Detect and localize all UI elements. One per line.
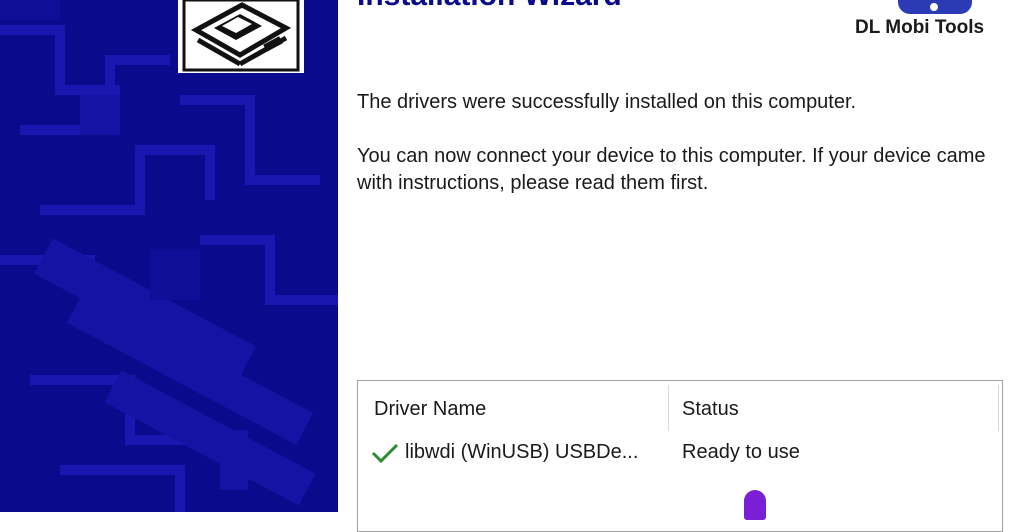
wizard-side-panel xyxy=(0,0,338,512)
brand-name: DL Mobi Tools xyxy=(855,17,985,38)
brand-logo-dot xyxy=(930,3,938,11)
wizard-title: Installation Wizard xyxy=(357,0,622,14)
driver-status-table[interactable]: Driver Name Status libwdi (WinUSB) USBDe… xyxy=(357,380,1003,532)
table-row[interactable]: libwdi (WinUSB) USBDe... Ready to use xyxy=(358,439,1002,469)
usb-drive-icon xyxy=(182,0,300,72)
column-header-status[interactable]: Status xyxy=(682,396,739,422)
column-divider[interactable] xyxy=(998,385,999,431)
success-message: The drivers were successfully installed … xyxy=(357,91,857,113)
driver-status-cell: Ready to use xyxy=(682,441,800,463)
usb-drive-icon-frame xyxy=(178,0,304,73)
pointer-cursor-icon xyxy=(744,490,766,520)
connect-device-message: You can now connect your device to this … xyxy=(357,145,986,194)
column-divider[interactable] xyxy=(668,385,669,431)
checkmark-icon xyxy=(370,441,400,470)
driver-name-cell: libwdi (WinUSB) USBDe... xyxy=(405,441,639,463)
circuit-pattern-graphic xyxy=(0,0,338,512)
column-header-driver-name[interactable]: Driver Name xyxy=(374,396,486,422)
